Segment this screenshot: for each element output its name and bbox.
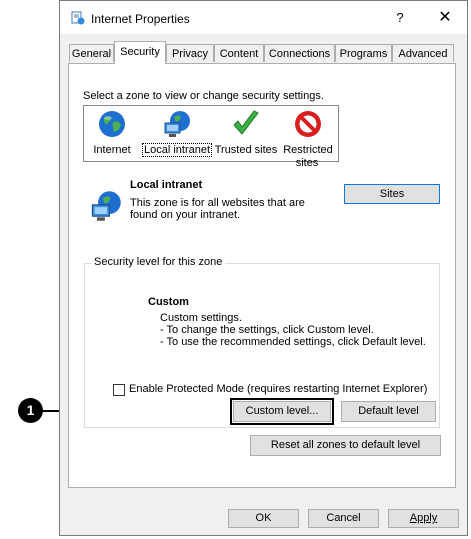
zone-label: Internet bbox=[93, 144, 131, 156]
tab-content[interactable]: Content bbox=[214, 44, 264, 62]
level-description-line3: - To use the recommended settings, click… bbox=[160, 336, 426, 348]
callout-badge: 1 bbox=[18, 398, 43, 423]
restricted-icon bbox=[295, 111, 321, 137]
protected-mode-checkbox[interactable] bbox=[113, 384, 125, 396]
protected-mode-label[interactable]: Enable Protected Mode (requires restarti… bbox=[129, 383, 427, 395]
intranet-icon bbox=[164, 111, 190, 137]
group-legend: Security level for this zone bbox=[91, 256, 226, 268]
zone-label: Restricted bbox=[283, 144, 333, 156]
selected-zone-name: Local intranet bbox=[130, 179, 203, 191]
window-title: Internet Properties bbox=[91, 12, 190, 26]
apply-label: Apply bbox=[409, 512, 438, 524]
internet-properties-dialog: Internet Properties ? ✕ General Security… bbox=[59, 0, 468, 536]
internet-options-icon bbox=[71, 11, 85, 25]
zone-restricted-sites[interactable]: Restricted bbox=[278, 106, 338, 161]
tab-general[interactable]: General bbox=[69, 44, 114, 62]
zone-label: Local intranet bbox=[141, 143, 213, 157]
close-button[interactable]: ✕ bbox=[425, 7, 465, 29]
tab-privacy[interactable]: Privacy bbox=[166, 44, 214, 62]
checkmark-icon bbox=[233, 110, 259, 135]
globe-icon bbox=[99, 111, 125, 137]
custom-level-button[interactable]: Custom level... bbox=[230, 398, 334, 425]
tab-advanced[interactable]: Advanced bbox=[392, 44, 454, 62]
zone-local-intranet[interactable]: Local intranet bbox=[140, 106, 214, 161]
help-button[interactable]: ? bbox=[380, 7, 420, 29]
selected-zone-description-line2: found on your intranet. bbox=[130, 209, 241, 221]
tab-programs[interactable]: Programs bbox=[335, 44, 392, 62]
zone-trusted-sites[interactable]: Trusted sites bbox=[214, 106, 278, 161]
apply-button[interactable]: Apply bbox=[388, 509, 459, 528]
cancel-button[interactable]: Cancel bbox=[308, 509, 379, 528]
reset-all-zones-button[interactable]: Reset all zones to default level bbox=[250, 435, 441, 456]
zone-label-line2: sites bbox=[295, 157, 319, 169]
zone-internet[interactable]: Internet bbox=[84, 106, 140, 161]
intranet-icon bbox=[91, 191, 121, 221]
tab-connections[interactable]: Connections bbox=[264, 44, 335, 62]
ok-button[interactable]: OK bbox=[228, 509, 299, 528]
tab-security[interactable]: Security bbox=[114, 41, 166, 64]
security-level-name: Custom bbox=[148, 296, 189, 308]
zone-prompt: Select a zone to view or change security… bbox=[83, 90, 324, 102]
title-bar[interactable]: Internet Properties ? ✕ bbox=[60, 1, 467, 34]
default-level-button[interactable]: Default level bbox=[341, 401, 436, 422]
security-tab-panel: Select a zone to view or change security… bbox=[68, 63, 456, 488]
level-description-line2: - To change the settings, click Custom l… bbox=[160, 324, 374, 336]
level-description-line1: Custom settings. bbox=[160, 312, 242, 324]
zone-label: Trusted sites bbox=[214, 144, 278, 156]
zone-list[interactable]: Internet Local intranet Trusted sites Re… bbox=[83, 105, 339, 162]
selected-zone-description: This zone is for all websites that are bbox=[130, 197, 305, 209]
sites-button[interactable]: Sites bbox=[344, 184, 440, 204]
